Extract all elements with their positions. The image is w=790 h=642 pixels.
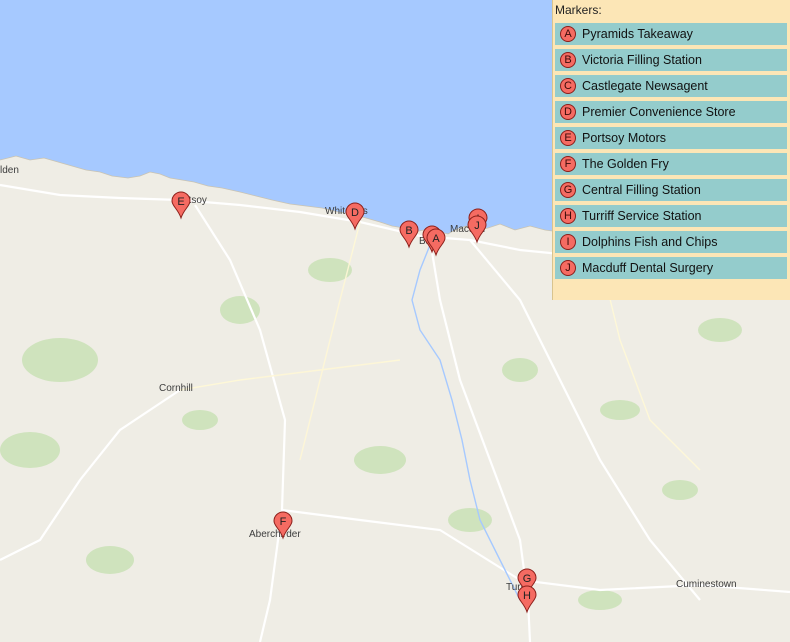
marker-list-item-f[interactable]: F The Golden Fry — [555, 153, 787, 175]
map-pin-letter: F — [280, 516, 287, 528]
map-pin-letter: J — [474, 220, 480, 232]
marker-name: Pyramids Takeaway — [582, 27, 693, 41]
marker-list-item-g[interactable]: G Central Filling Station — [555, 179, 787, 201]
town-label-cornhill: Cornhill — [159, 383, 193, 394]
marker-list-item-a[interactable]: A Pyramids Takeaway — [555, 23, 787, 45]
panel-title: Markers: — [555, 3, 602, 17]
marker-name: The Golden Fry — [582, 157, 669, 171]
marker-list: A Pyramids Takeaway B Victoria Filling Sta… — [553, 23, 790, 279]
marker-list-item-h[interactable]: H Turriff Service Station — [555, 205, 787, 227]
marker-badge: J — [560, 260, 576, 276]
marker-list-item-j[interactable]: J Macduff Dental Surgery — [555, 257, 787, 279]
marker-list-item-c[interactable]: C Castlegate Newsagent — [555, 75, 787, 97]
marker-badge: H — [560, 208, 576, 224]
marker-badge: F — [560, 156, 576, 172]
marker-name: Macduff Dental Surgery — [582, 261, 714, 275]
marker-list-item-i[interactable]: I Dolphins Fish and Chips — [555, 231, 787, 253]
map-pin-letter: H — [523, 590, 531, 602]
marker-list-item-e[interactable]: E Portsoy Motors — [555, 127, 787, 149]
map-pin-letter: B — [405, 225, 412, 237]
marker-name: Central Filling Station — [582, 183, 701, 197]
marker-badge: I — [560, 234, 576, 250]
marker-badge: E — [560, 130, 576, 146]
town-label-edge: lden — [0, 165, 19, 176]
map-pin-letter: D — [351, 207, 359, 219]
map-pin-letter: G — [523, 573, 532, 585]
marker-badge: B — [560, 52, 576, 68]
marker-badge: A — [560, 26, 576, 42]
marker-badge: C — [560, 78, 576, 94]
marker-name: Dolphins Fish and Chips — [582, 235, 718, 249]
marker-badge: D — [560, 104, 576, 120]
marker-name: Premier Convenience Store — [582, 105, 736, 119]
markers-panel: Markers: A Pyramids Takeaway B Victoria Fi… — [552, 0, 790, 300]
marker-badge: G — [560, 182, 576, 198]
town-label-aberchirder: Aberchirder — [249, 529, 301, 540]
map-pin-letter: E — [177, 196, 184, 208]
marker-name: Turriff Service Station — [582, 209, 702, 223]
marker-list-item-d[interactable]: D Premier Convenience Store — [555, 101, 787, 123]
marker-name: Victoria Filling Station — [582, 53, 702, 67]
town-label-cuminestown: Cuminestown — [676, 579, 737, 590]
map-pin-letter: A — [432, 233, 440, 245]
marker-name: Castlegate Newsagent — [582, 79, 708, 93]
marker-list-item-b[interactable]: B Victoria Filling Station — [555, 49, 787, 71]
marker-name: Portsoy Motors — [582, 131, 667, 145]
